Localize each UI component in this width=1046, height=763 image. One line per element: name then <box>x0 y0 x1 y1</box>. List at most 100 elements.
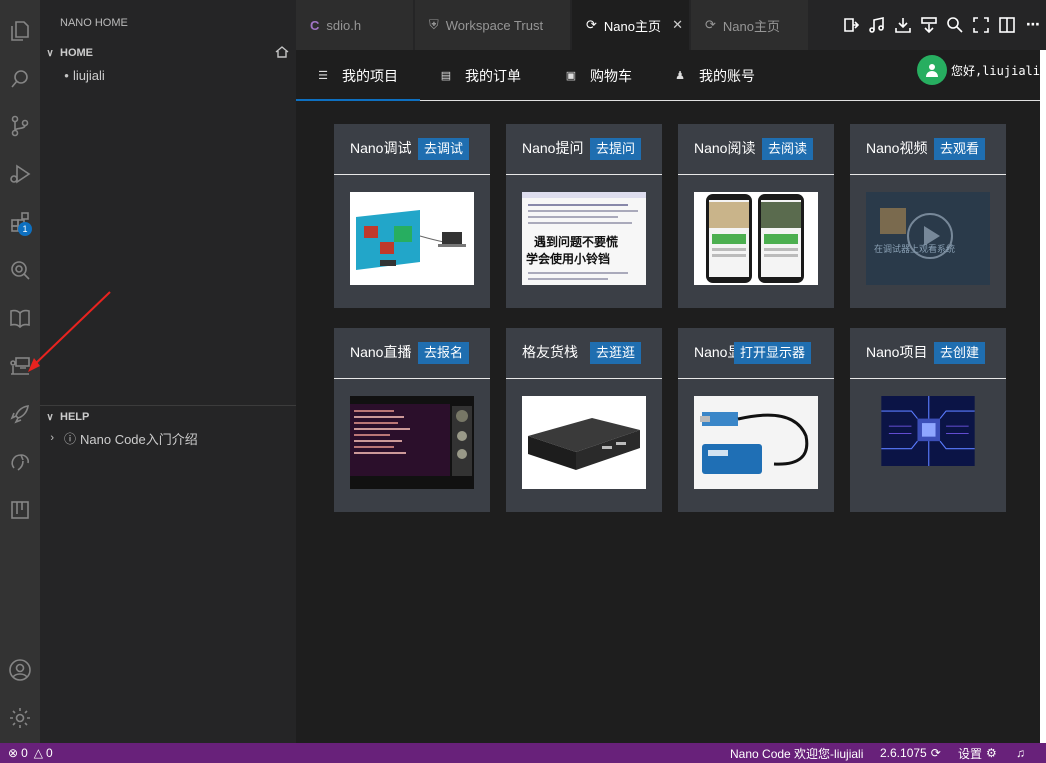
home-icon[interactable] <box>274 44 290 60</box>
card-nano-debug[interactable]: Nano调试 去调试 <box>334 124 490 308</box>
tree-item-intro[interactable]: › ⓘ Nano Code入门介绍 <box>40 427 296 449</box>
fullscreen-icon[interactable] <box>968 12 994 38</box>
register-button[interactable]: 去报名 <box>418 342 470 364</box>
nav-my-orders[interactable]: ▤ 我的订单 <box>439 50 521 101</box>
card-header: Nano阅读 去阅读 <box>678 124 834 175</box>
video-caption: 在调试器上观看系统 <box>874 243 955 255</box>
card-nano-ask[interactable]: Nano提问 去提问 遇到问题不要慌 学会使用小铃铛 <box>506 124 662 308</box>
go-ask-button[interactable]: 去提问 <box>590 138 642 160</box>
nano-icon: ⟳ <box>586 17 597 32</box>
nav-label: 购物车 <box>590 67 632 84</box>
close-icon[interactable]: ✕ <box>672 17 683 33</box>
webview-right-edge <box>1040 50 1046 743</box>
card-image[interactable] <box>350 192 474 285</box>
rocket-icon[interactable] <box>0 394 40 434</box>
go-watch-button[interactable]: 去观看 <box>934 138 986 160</box>
nav-label: 我的账号 <box>699 67 755 84</box>
warning-count: 0 <box>45 746 53 760</box>
card-image[interactable] <box>350 396 474 489</box>
tree-item-user[interactable]: • liujiali <box>40 64 296 86</box>
tab-nano-home-active[interactable]: ⟳ Nano主页 ✕ <box>572 0 690 50</box>
card-nano-read[interactable]: Nano阅读 去阅读 <box>678 124 834 308</box>
nav-my-account[interactable]: ♟ 我的账号 <box>673 50 755 101</box>
help-section-header[interactable]: ∨ HELP <box>40 406 296 428</box>
go-debug-button[interactable]: 去调试 <box>418 138 470 160</box>
tab-nano-home[interactable]: ⟳ Nano主页 <box>691 0 809 50</box>
card-image[interactable] <box>522 396 646 489</box>
card-image[interactable] <box>694 396 818 489</box>
browse-button[interactable]: 去逛逛 <box>590 342 642 364</box>
nano-home-icon[interactable] <box>0 346 40 386</box>
open-display-button[interactable]: 打开显示器 <box>734 342 812 364</box>
card-nano-live[interactable]: Nano直播 去报名 <box>334 328 490 512</box>
board-icon[interactable] <box>0 490 40 530</box>
zoom-icon[interactable] <box>942 12 968 38</box>
home-section-header[interactable]: ∨ HOME <box>40 42 296 64</box>
card-header: Nano视频 去观看 <box>850 124 1006 175</box>
source-control-icon[interactable] <box>0 106 40 146</box>
settings-gear-icon[interactable] <box>0 698 40 738</box>
nano-icon: ⟳ <box>705 17 716 32</box>
card-nano-display[interactable]: Nano显 打开显示器 <box>678 328 834 512</box>
nav-cart[interactable]: ▣ 购物车 <box>564 50 632 101</box>
download-tray-icon[interactable] <box>890 12 916 38</box>
card-header: Nano直播 去报名 <box>334 328 490 379</box>
card-header: Nano提问 去提问 <box>506 124 662 175</box>
card-nano-video[interactable]: Nano视频 去观看 在调试器上观看系统 <box>850 124 1006 308</box>
tab-sdio-h[interactable]: C sdio.h <box>296 0 414 50</box>
version-item[interactable]: 2.6.1075 ⟳ <box>880 743 941 763</box>
book-icon[interactable] <box>0 298 40 338</box>
user-greeting[interactable]: 您好,liujiali <box>916 55 1040 85</box>
editor-actions: ⋯ <box>838 0 1046 50</box>
chevron-down-icon: ∨ <box>46 47 54 59</box>
run-debug-icon[interactable] <box>0 154 40 194</box>
error-icon: ⊗ <box>8 746 19 760</box>
error-count: 0 <box>21 746 28 760</box>
card-title: 格友货栈 <box>522 344 578 360</box>
nav-my-projects[interactable]: ☰ 我的项目 <box>316 50 398 101</box>
card-header: Nano调试 去调试 <box>334 124 490 175</box>
tree-item-label: Nano Code入门介绍 <box>80 431 198 447</box>
settings-item[interactable]: 设置 ⚙ <box>958 743 997 763</box>
explorer-icon[interactable] <box>0 11 40 51</box>
sync-icon: ⟳ <box>930 746 941 760</box>
bell-icon[interactable]: ♫ <box>1016 743 1025 763</box>
account-icon[interactable] <box>0 650 40 690</box>
card-image[interactable]: 在调试器上观看系统 <box>866 192 990 285</box>
activity-bar: 1 <box>0 0 40 743</box>
tab-label: sdio.h <box>326 17 362 33</box>
create-button[interactable]: 去创建 <box>934 342 986 364</box>
shield-icon: ⛨ <box>429 17 439 32</box>
question-circle-icon: ⓘ <box>63 431 76 446</box>
tab-label: Nano主页 <box>603 18 661 34</box>
gear-icon: ⚙ <box>986 746 997 760</box>
card-nano-project[interactable]: Nano项目 去创建 <box>850 328 1006 512</box>
import-icon[interactable] <box>838 12 864 38</box>
card-image[interactable] <box>694 192 818 285</box>
card-title: Nano调试 <box>350 140 412 156</box>
burn-icon[interactable] <box>916 12 942 38</box>
nano-search-icon[interactable] <box>0 250 40 290</box>
extensions-badge: 1 <box>18 222 32 236</box>
cart-icon: ▣ <box>565 70 577 82</box>
sidebar-title: NANO HOME <box>60 17 128 29</box>
card-image[interactable]: 遇到问题不要慌 学会使用小铃铛 <box>522 192 646 285</box>
card-gewu-store[interactable]: 格友货栈 去逛逛 <box>506 328 662 512</box>
tab-label: Workspace Trust <box>445 17 544 33</box>
status-bar: ⊗ 0 △ 0 Nano Code 欢迎您-liujiali 2.6.1075 … <box>0 743 1046 763</box>
search-icon[interactable] <box>0 59 40 99</box>
go-read-button[interactable]: 去阅读 <box>762 138 814 160</box>
tab-workspace-trust[interactable]: ⛨ Workspace Trust <box>415 0 571 50</box>
problems-indicator[interactable]: ⊗ 0 △ 0 <box>8 743 53 763</box>
welcome-text[interactable]: Nano Code 欢迎您-liujiali <box>730 743 863 763</box>
card-image[interactable] <box>866 396 990 489</box>
card-title: Nano提问 <box>522 140 584 156</box>
extensions-icon[interactable]: 1 <box>0 202 40 242</box>
card-title: Nano项目 <box>866 344 928 360</box>
split-editor-icon[interactable] <box>994 12 1020 38</box>
tab-bar: C sdio.h ⛨ Workspace Trust ⟳ Nano主页 ✕ ⟳ … <box>296 0 1046 50</box>
nav-label: 我的项目 <box>342 67 398 84</box>
more-icon[interactable]: ⋯ <box>1020 12 1046 38</box>
music-icon[interactable] <box>864 12 890 38</box>
nano-logo-icon[interactable] <box>0 442 40 482</box>
